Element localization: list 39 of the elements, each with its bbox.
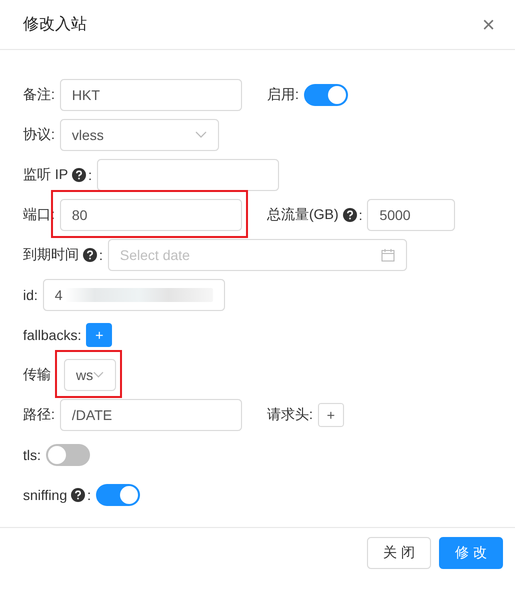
- input-field[interactable]: /DATE: [60, 399, 242, 431]
- dialog-title: 修改入站: [23, 14, 87, 35]
- field-label: 协议:: [23, 126, 55, 144]
- help-icon[interactable]: [71, 488, 86, 502]
- field-label: 监听 IP: [23, 166, 68, 184]
- select-field[interactable]: ws: [64, 359, 116, 391]
- label-colon: :: [358, 207, 362, 223]
- input-field[interactable]: HKT: [60, 79, 242, 111]
- field-label: 启用:: [267, 86, 299, 104]
- label-colon: :: [88, 167, 92, 183]
- toggle-switch[interactable]: [304, 84, 348, 106]
- field-label: 备注:: [23, 86, 55, 104]
- input-field[interactable]: 4: [42, 279, 225, 311]
- field-label: id:: [23, 287, 38, 303]
- select-field[interactable]: vless: [60, 119, 219, 151]
- calendar-icon: [380, 248, 395, 262]
- field-label: 到期时间: [23, 246, 79, 264]
- label-colon: :: [87, 487, 91, 503]
- close-button[interactable]: 关 闭: [367, 537, 432, 569]
- input-field[interactable]: [97, 159, 280, 191]
- field-label: fallbacks:: [23, 327, 82, 343]
- input-field[interactable]: 5000: [367, 199, 456, 231]
- toggle-switch[interactable]: [96, 484, 140, 506]
- field-label: tls:: [23, 447, 41, 463]
- field-label: 请求头:: [267, 406, 313, 424]
- chevron-down-icon: [93, 371, 104, 379]
- input-field[interactable]: 80: [60, 199, 242, 231]
- add-button[interactable]: +: [318, 403, 344, 427]
- help-icon[interactable]: [342, 208, 357, 222]
- field-label: 传输: [23, 366, 51, 384]
- label-colon: :: [99, 247, 103, 263]
- help-icon[interactable]: [83, 248, 97, 262]
- field-label: sniffing: [23, 487, 68, 503]
- help-icon[interactable]: [72, 168, 86, 182]
- field-label: 路径:: [23, 406, 55, 424]
- close-button[interactable]: ×: [478, 14, 499, 36]
- field-label: 总流量(GB): [267, 206, 339, 224]
- chevron-down-icon: [194, 131, 207, 139]
- toggle-switch[interactable]: [46, 444, 90, 466]
